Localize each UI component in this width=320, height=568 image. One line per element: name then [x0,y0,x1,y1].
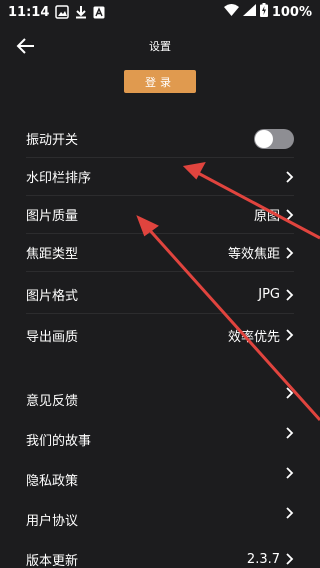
settings-row-image-quality[interactable]: 图片质量 原图 [26,196,294,234]
export-quality-label: 导出画质 [26,329,79,345]
chevron-right-icon [286,553,294,565]
signal-icon [242,4,256,20]
battery-percent: 100% [271,4,312,20]
image-quality-value: 原图 [253,209,280,224]
toggle-knob [255,130,273,148]
watermark-sort-label: 水印栏排序 [26,171,92,186]
login-button[interactable]: 登录 [124,70,196,93]
status-time: 11:14 [8,4,50,20]
settings-row-export-quality[interactable]: 导出画质 效率优先 [26,316,294,354]
header: 设置 [0,24,320,68]
settings-row-feedback[interactable]: 意见反馈 [26,380,294,418]
export-quality-value: 效率优先 [227,329,280,345]
gallery-icon [55,5,70,19]
chevron-right-icon [286,208,294,221]
wifi-icon [223,4,239,20]
status-right: 100% [223,3,312,21]
vibration-toggle[interactable] [254,129,294,149]
image-format-value: JPG [258,287,280,302]
battery-charging-icon [259,3,268,21]
agreement-label: 用户协议 [26,513,79,529]
app-icon [93,6,105,19]
chevron-right-icon [286,507,294,519]
image-format-label: 图片格式 [26,289,79,304]
status-bar: 11:14 100% [0,0,320,24]
chevron-right-icon [286,170,294,183]
settings-row-focal-type[interactable]: 焦距类型 等效焦距 [26,234,294,272]
settings-row-our-story[interactable]: 我们的故事 [26,420,294,458]
settings-row-agreement[interactable]: 用户协议 [26,500,294,538]
feedback-label: 意见反馈 [26,393,79,409]
our-story-label: 我们的故事 [26,433,92,449]
page-title: 设置 [149,40,171,53]
chevron-right-icon [286,467,294,479]
chevron-right-icon [286,246,294,259]
status-left: 11:14 [8,5,105,20]
settings-row-watermark-sort[interactable]: 水印栏排序 [26,158,294,196]
chevron-right-icon [286,427,294,439]
version-value: 2.3.7 [246,551,280,567]
focal-type-value: 等效焦距 [227,247,280,262]
settings-row-privacy[interactable]: 隐私政策 [26,460,294,498]
chevron-right-icon [286,387,294,399]
settings-row-vibration[interactable]: 振动开关 [26,120,294,158]
settings-row-version[interactable]: 版本更新 2.3.7 [26,540,294,568]
settings-row-image-format[interactable]: 图片格式 JPG [26,276,294,314]
chevron-right-icon [286,329,294,341]
version-label: 版本更新 [26,553,79,568]
privacy-label: 隐私政策 [26,473,79,489]
image-quality-label: 图片质量 [26,209,79,224]
chevron-right-icon [286,288,294,301]
download-icon [75,5,87,19]
focal-type-label: 焦距类型 [26,247,79,262]
